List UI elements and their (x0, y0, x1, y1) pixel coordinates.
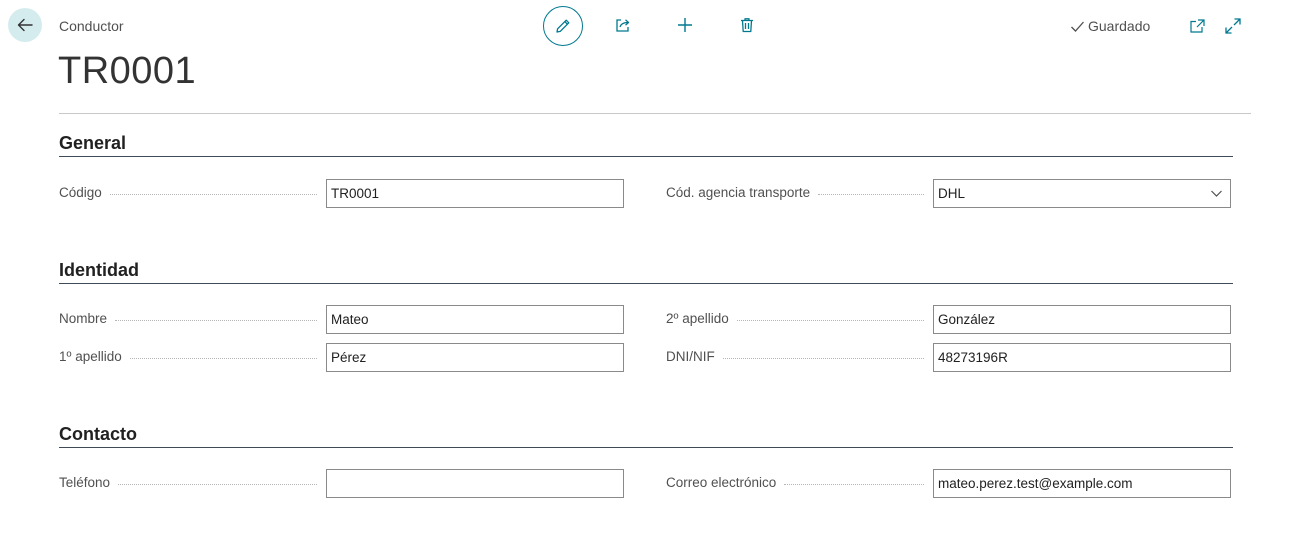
open-new-window-button[interactable] (1187, 16, 1207, 36)
field-apellido1: 1º apellido Pérez (59, 343, 626, 372)
apellido1-input[interactable]: Pérez (326, 343, 624, 372)
dni-label: DNI/NIF (666, 349, 928, 364)
correo-label: Correo electrónico (666, 475, 928, 490)
back-button[interactable] (8, 8, 42, 42)
check-icon (1071, 21, 1084, 32)
field-telefono: Teléfono (59, 469, 626, 498)
header-divider (59, 113, 1251, 114)
section-contacto: Contacto Teléfono Correo electrónico mat… (59, 421, 1233, 498)
apellido1-label: 1º apellido (59, 349, 321, 364)
field-nombre: Nombre Mateo (59, 305, 626, 334)
correo-input[interactable]: mateo.perez.test@example.com (933, 469, 1231, 498)
expand-button[interactable] (1223, 16, 1243, 36)
nombre-label: Nombre (59, 311, 321, 326)
save-status: Guardado (1070, 18, 1150, 34)
page-caption: Conductor (59, 18, 124, 34)
section-title-identidad[interactable]: Identidad (59, 257, 1233, 284)
save-status-label: Guardado (1088, 18, 1151, 34)
plus-icon (678, 18, 692, 32)
open-new-window-icon (1189, 18, 1205, 33)
section-title-contacto[interactable]: Contacto (59, 421, 1233, 448)
agencia-transporte-select[interactable]: DHL (933, 179, 1231, 208)
telefono-input[interactable] (326, 469, 624, 498)
field-dni: DNI/NIF 48273196R (666, 343, 1233, 372)
apellido2-input[interactable]: González (933, 305, 1231, 334)
agencia-transporte-label: Cód. agencia transporte (666, 185, 928, 200)
section-general: General Código TR0001 Cód. agencia trans… (59, 130, 1233, 208)
nombre-input[interactable]: Mateo (326, 305, 624, 334)
dni-input[interactable]: 48273196R (933, 343, 1231, 372)
agencia-transporte-value: DHL (938, 186, 966, 201)
apellido2-label: 2º apellido (666, 311, 928, 326)
section-title-general[interactable]: General (59, 130, 1233, 157)
share-icon (616, 19, 630, 32)
trash-icon (741, 18, 753, 33)
field-correo: Correo electrónico mateo.perez.test@exam… (666, 469, 1233, 498)
codigo-input[interactable]: TR0001 (326, 179, 624, 208)
section-identidad: Identidad Nombre Mateo 2º apellido Gonzá… (59, 257, 1233, 372)
field-codigo: Código TR0001 (59, 179, 626, 208)
edit-button[interactable] (543, 6, 583, 46)
telefono-label: Teléfono (59, 475, 321, 490)
pencil-icon (556, 19, 570, 33)
add-button[interactable] (666, 6, 704, 44)
expand-icon (1225, 18, 1241, 34)
field-agencia-transporte: Cód. agencia transporte DHL (666, 179, 1233, 208)
page-title: TR0001 (58, 50, 197, 92)
delete-button[interactable] (728, 6, 766, 44)
codigo-label: Código (59, 185, 321, 200)
field-apellido2: 2º apellido González (666, 305, 1233, 334)
share-button[interactable] (604, 6, 642, 44)
chevron-down-icon (1210, 187, 1223, 200)
arrow-left-icon (17, 18, 33, 32)
